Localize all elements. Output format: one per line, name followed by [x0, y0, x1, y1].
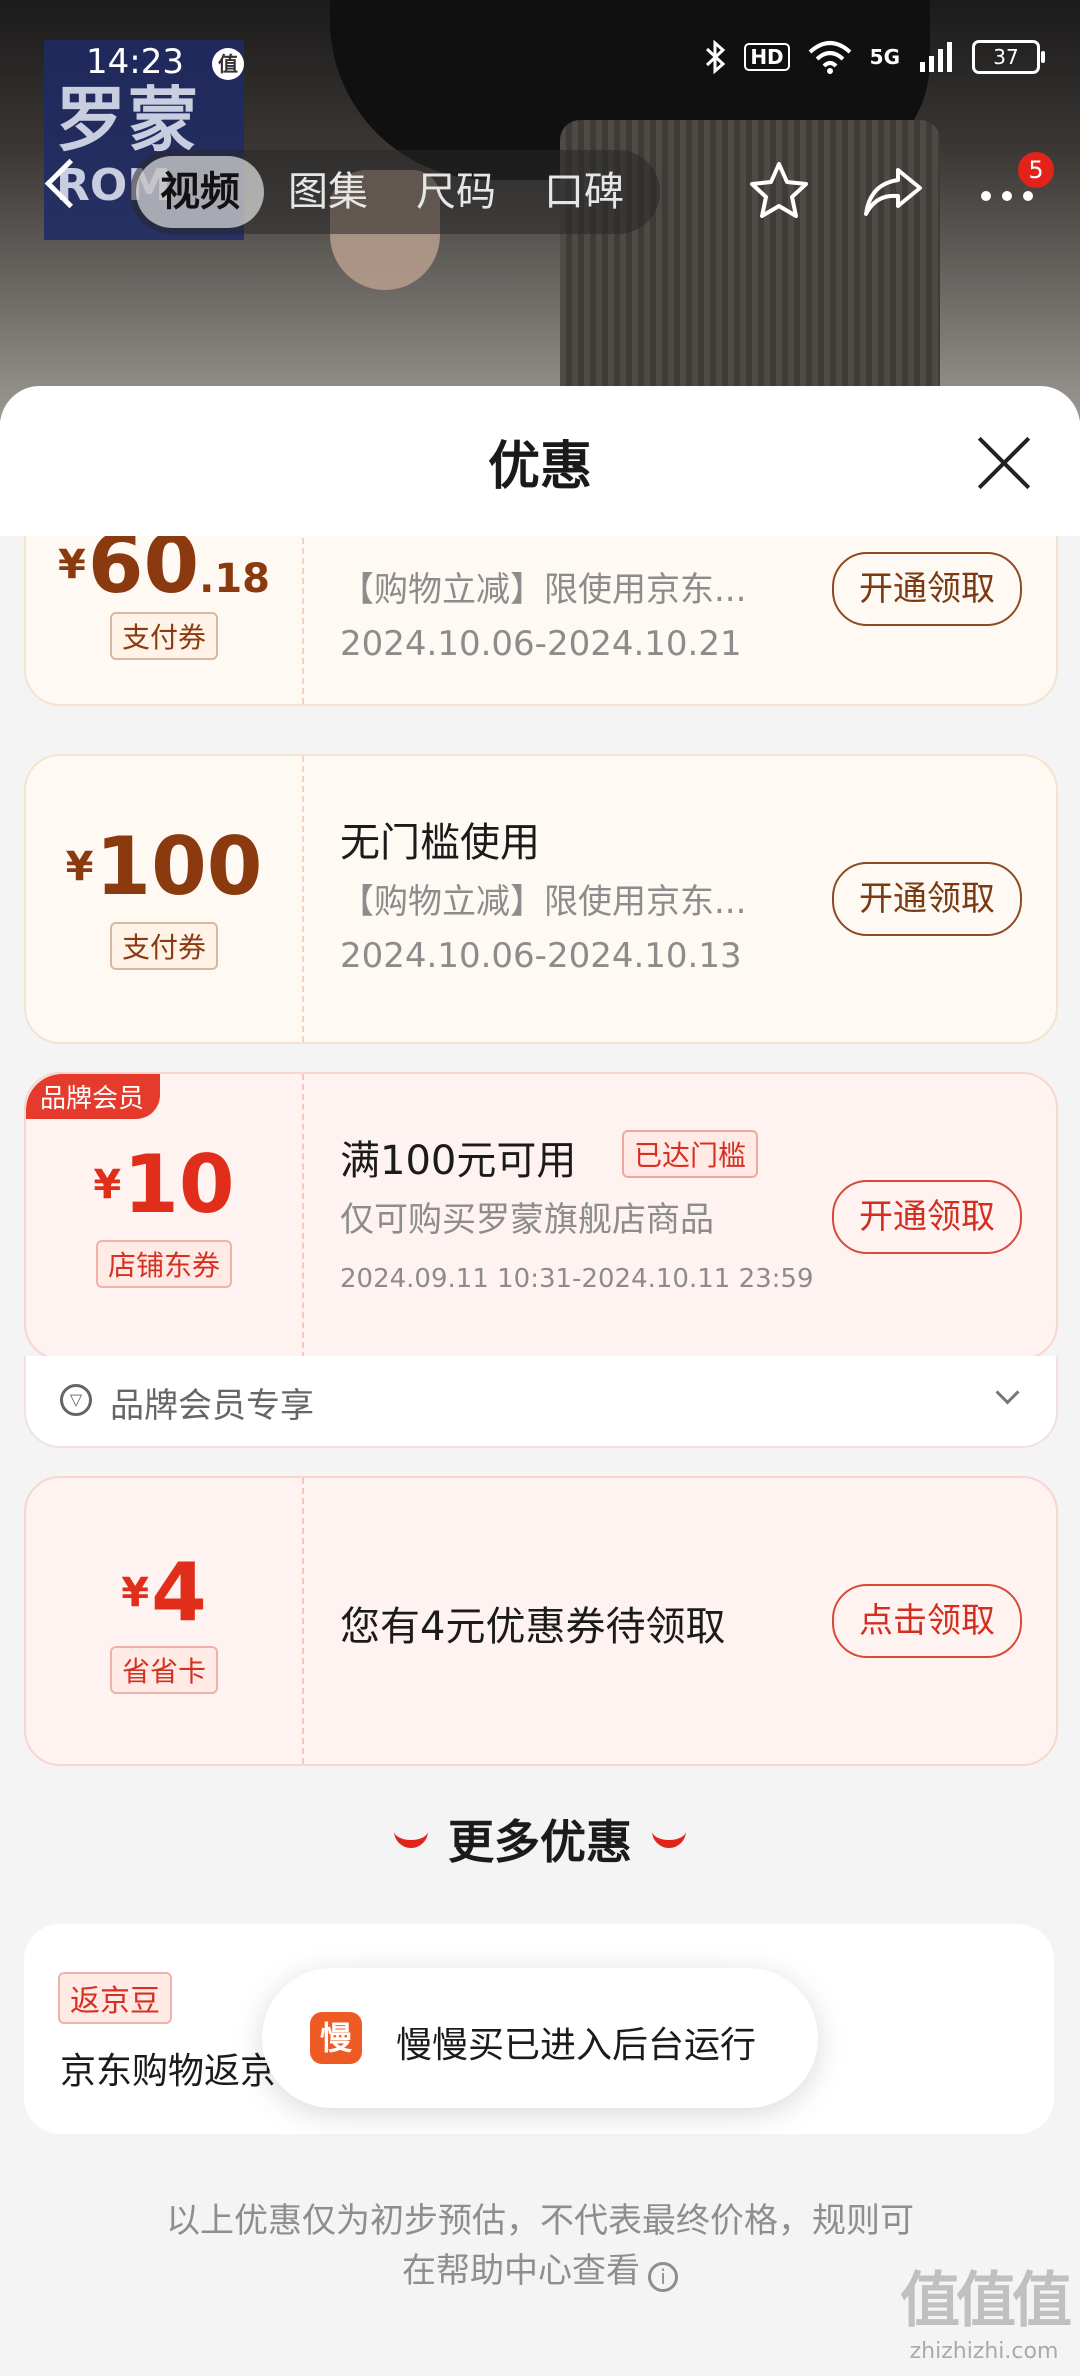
- header-actions: 5: [746, 152, 1054, 224]
- hd-icon: HD: [744, 43, 790, 71]
- more-offers-heading: 更多优惠: [0, 1806, 1080, 1872]
- coupon-date: 2024.10.06-2024.10.13: [340, 936, 742, 976]
- background-run-toast: 慢 慢慢买已进入后台运行: [262, 1968, 818, 2108]
- watermark-logo: 值值值: [900, 2266, 1072, 2336]
- coupon-date: 2024.09.11 10:31-2024.10.11 23:59: [340, 1264, 814, 1294]
- brand-logo-text: 罗蒙: [56, 79, 200, 161]
- coupon-type-tag: 省省卡: [109, 1646, 218, 1694]
- tab-size[interactable]: 尺码: [392, 156, 520, 228]
- member-exclusive-label: 品牌会员专享: [110, 1386, 314, 1426]
- more-badge-count: 5: [1018, 152, 1054, 188]
- coupon-amount: ¥100: [65, 820, 263, 913]
- coupon-card: ¥100 支付券 无门槛使用 【购物立减】限使用京东... 2024.10.06…: [24, 754, 1058, 1044]
- more-menu-icon[interactable]: 5: [974, 152, 1054, 224]
- coupon-left: ¥4 省省卡: [26, 1478, 304, 1764]
- disclaimer-line-1: 以上优惠仅为初步预估，不代表最终价格，规则可: [166, 2201, 914, 2241]
- disclaimer-text: 以上优惠仅为初步预估，不代表最终价格，规则可 在帮助中心查看 i: [120, 2196, 960, 2296]
- claim-button[interactable]: 开通领取: [832, 862, 1022, 936]
- coupon-date: 2024.10.06-2024.10.21: [340, 624, 742, 664]
- member-badge-icon: ▽: [60, 1384, 92, 1416]
- coupon-card: ¥10 店铺东券 品牌会员 满100元可用 已达门槛 仅可购买罗蒙旗舰店商品 2…: [24, 1072, 1058, 1360]
- bluetooth-icon: [706, 40, 726, 74]
- disclaimer-line-2: 在帮助中心查看 i: [120, 2246, 960, 2296]
- sheet-title: 优惠: [487, 437, 592, 497]
- coupon-title: 您有4元优惠券待领取: [340, 1604, 726, 1650]
- rebate-tag: 返京豆: [58, 1972, 172, 2024]
- coupon-card: ¥4 省省卡 您有4元优惠券待领取 点击领取: [24, 1476, 1058, 1766]
- coupon-desc: 【购物立减】限使用京东...: [340, 882, 747, 922]
- coupon-title: 满100元可用: [340, 1138, 577, 1184]
- claim-button[interactable]: 开通领取: [832, 1180, 1022, 1254]
- smile-decoration-icon: [394, 1824, 428, 1848]
- chevron-down-icon: [995, 1380, 1020, 1405]
- claim-button[interactable]: 开通领取: [832, 552, 1022, 626]
- coupon-amount: ¥10: [93, 1138, 235, 1231]
- coupon-left: ¥100 支付券: [26, 756, 304, 1042]
- coupon-desc: 仅可购买罗蒙旗舰店商品: [340, 1200, 714, 1240]
- tab-video[interactable]: 视频: [136, 156, 264, 228]
- brand-member-exclusive-row[interactable]: ▽ 品牌会员专享: [24, 1356, 1058, 1448]
- product-image-header: 罗蒙 ROM 14:23 值 HD 5G 37 视频 图集 尺码 口碑 5: [0, 0, 1080, 420]
- info-icon[interactable]: i: [648, 2262, 678, 2292]
- watermark-url: zhizhizhi.com: [909, 2339, 1059, 2364]
- site-watermark: 值值值 zhizhizhi.com: [900, 2252, 1072, 2364]
- wifi-icon: [808, 41, 851, 74]
- coupon-type-tag: 支付券: [109, 612, 218, 660]
- network-type: 5G: [869, 45, 900, 69]
- tab-gallery[interactable]: 图集: [264, 156, 392, 228]
- coupon-desc: 【购物立减】限使用京东...: [340, 570, 747, 610]
- signal-icon: [920, 42, 952, 72]
- status-app-badge: 值: [212, 48, 244, 80]
- smile-decoration-icon: [652, 1824, 686, 1848]
- share-icon[interactable]: [860, 158, 926, 224]
- status-icons: HD 5G 37: [704, 40, 1045, 74]
- battery-icon: 37: [972, 40, 1045, 74]
- sheet-header: 优惠: [0, 386, 1080, 536]
- tab-reviews[interactable]: 口碑: [520, 156, 648, 228]
- threshold-reached-badge: 已达门槛: [622, 1130, 759, 1178]
- toast-message: 慢慢买已进入后台运行: [396, 2025, 757, 2066]
- coupon-title: 无门槛使用: [340, 820, 540, 866]
- rebate-text: 京东购物返京: [60, 2051, 277, 2092]
- status-time: 14:23: [86, 42, 184, 82]
- claim-button[interactable]: 点击领取: [832, 1584, 1022, 1658]
- brand-member-corner-badge: 品牌会员: [26, 1074, 161, 1119]
- favorite-star-icon[interactable]: [746, 158, 812, 224]
- media-tabs: 视频 图集 尺码 口碑: [130, 150, 660, 234]
- coupon-amount: ¥4: [121, 1546, 207, 1639]
- coupon-type-tag: 店铺东券: [95, 1240, 232, 1288]
- coupon-type-tag: 支付券: [109, 922, 218, 970]
- app-logo-icon: 慢: [310, 2012, 362, 2064]
- close-icon[interactable]: [976, 434, 1032, 490]
